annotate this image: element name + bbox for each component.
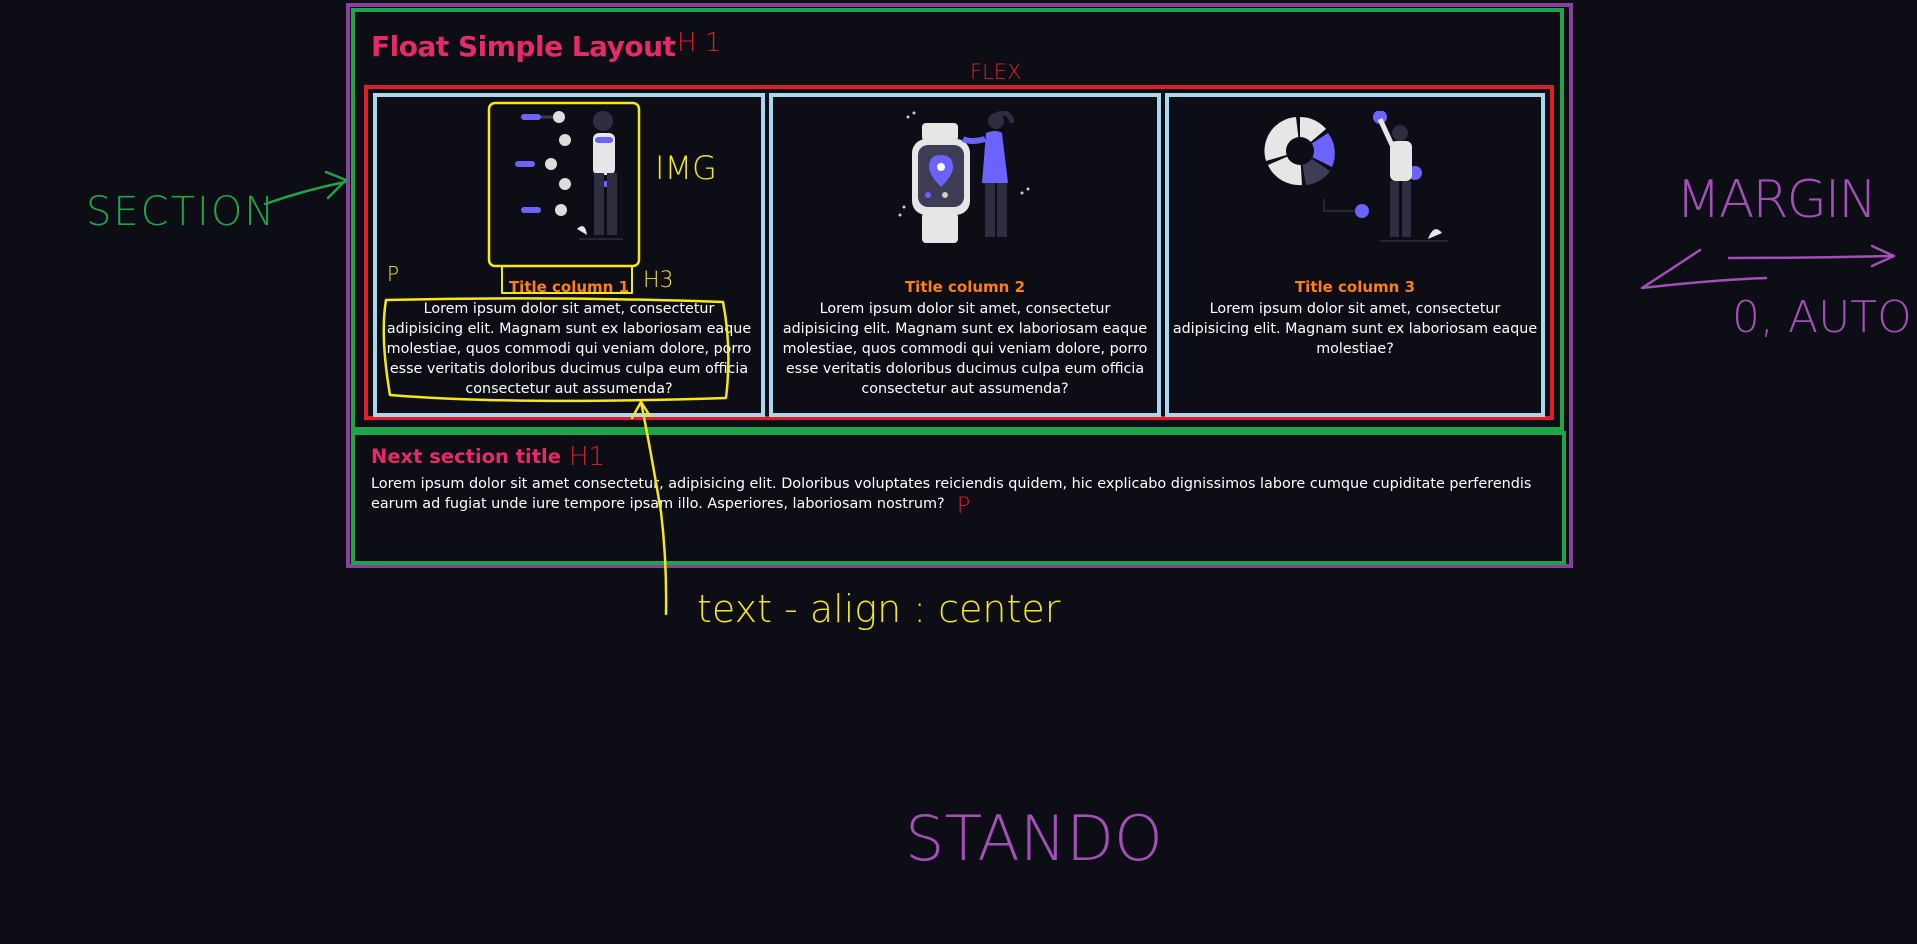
- smartwatch-illustration: [898, 111, 1030, 243]
- column-title: Title column 1: [508, 278, 630, 296]
- page-title: Float Simple Layout: [371, 30, 676, 63]
- annotation-p: P: [387, 262, 400, 286]
- annotation-h1: H 1: [677, 28, 722, 58]
- annotation-h1-next: H1: [569, 442, 606, 472]
- annotation-img: IMG: [655, 149, 717, 187]
- checklist-illustration: [515, 111, 623, 240]
- annotation-text-align: text - align : center: [697, 587, 1061, 631]
- column-text: Lorem ipsum dolor sit amet, consectetur …: [782, 301, 1148, 397]
- annotation-h3: H3: [643, 268, 674, 293]
- column-text: Lorem ipsum dolor sit amet, consectetur …: [386, 301, 752, 397]
- annotation-section: SECTION: [86, 189, 277, 235]
- column-3: Title column 3 Lorem ipsum dolor sit ame…: [1165, 93, 1545, 417]
- column-text: Lorem ipsum dolor sit amet, consectetur …: [1172, 301, 1538, 357]
- pie-chart-illustration: [1264, 111, 1448, 242]
- annotation-p-next: P: [957, 494, 971, 519]
- column-title: Title column 2: [904, 278, 1026, 296]
- column-3-image: [1169, 111, 1541, 242]
- column-title: Title column 3: [1294, 278, 1416, 296]
- column-1: Title column 1 Lorem ipsum dolor sit ame…: [373, 93, 765, 417]
- next-section-text: Lorem ipsum dolor sit amet consectetur, …: [371, 476, 1532, 512]
- annotation-stando: STANDO: [905, 802, 1163, 875]
- annotation-flex: FLEX: [970, 60, 1022, 84]
- next-section-title: Next section title: [371, 445, 561, 468]
- column-2-image: [773, 111, 1157, 243]
- annotation-margin-value: 0, AUTO: [1732, 292, 1912, 343]
- column-2: Title column 2 Lorem ipsum dolor sit ame…: [769, 93, 1161, 417]
- annotation-margin: MARGIN: [1676, 170, 1877, 230]
- flex-container: Title column 1 Lorem ipsum dolor sit ame…: [364, 85, 1554, 420]
